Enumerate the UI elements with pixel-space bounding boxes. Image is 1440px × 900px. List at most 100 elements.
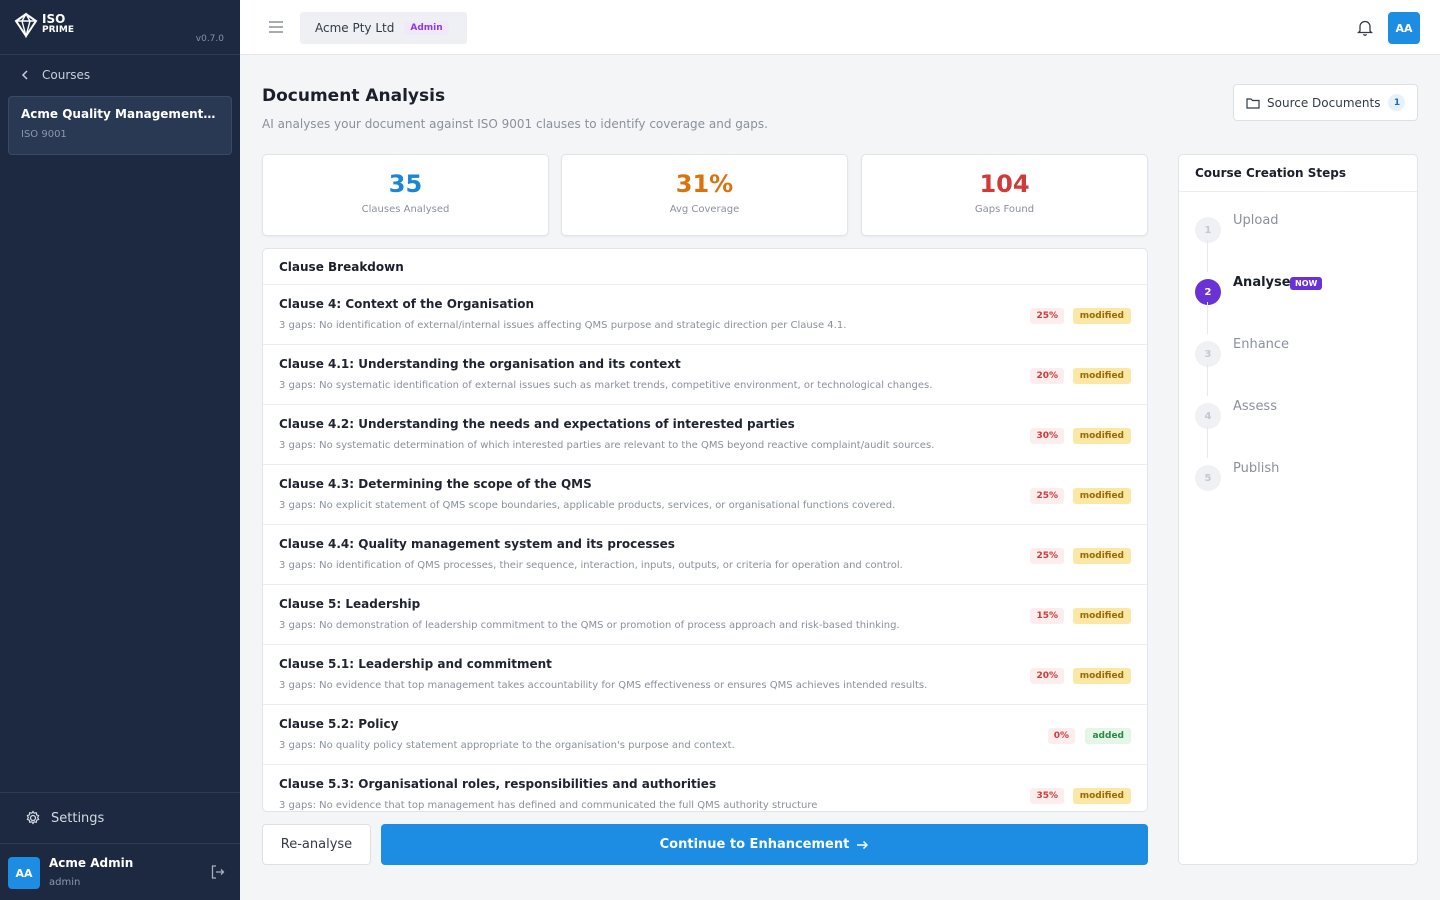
step-connector (1207, 364, 1208, 396)
clause-row[interactable]: Clause 5.2: Policy 3 gaps: No quality pol… (263, 705, 1147, 765)
coverage-badge: 15% (1030, 608, 1064, 624)
version-label: v0.7.0 (195, 34, 224, 44)
coverage-badge: 20% (1030, 668, 1064, 684)
clause-row[interactable]: Clause 4: Context of the Organisation 3 g… (263, 285, 1147, 345)
org-role-badge: Admin (404, 21, 449, 35)
page-title: Document Analysis (262, 86, 446, 106)
org-name: Acme Pty Ltd (315, 21, 395, 35)
bell-icon[interactable] (1357, 19, 1373, 36)
clause-breakdown-title: Clause Breakdown (263, 249, 1147, 285)
clause-name: Clause 5: Leadership (279, 597, 421, 611)
clause-row[interactable]: Clause 4.3: Determining the scope of the… (263, 465, 1147, 525)
logout-icon[interactable] (211, 865, 225, 879)
logo-text-prime: PRIME (42, 25, 74, 35)
step-number: 5 (1195, 465, 1221, 491)
clause-row[interactable]: Clause 4.2: Understanding the needs and … (263, 405, 1147, 465)
settings-label: Settings (51, 810, 105, 826)
step-enhance[interactable]: 3 Enhance (1195, 337, 1405, 377)
now-badge: NOW (1290, 277, 1323, 290)
status-badge: modified (1072, 788, 1131, 804)
step-label: Assess (1233, 399, 1277, 414)
stat-card-clauses: 35 Clauses Analysed (262, 154, 549, 236)
clause-list[interactable]: Clause 4: Context of the Organisation 3 g… (263, 285, 1147, 811)
topbar: Acme Pty Ltd Admin AA (240, 0, 1440, 55)
stat-value: 31% (675, 170, 734, 198)
status-badge: modified (1072, 668, 1131, 684)
step-label: Enhance (1233, 337, 1290, 352)
step-number: 4 (1195, 403, 1221, 429)
user-profile: AA Acme Admin admin (0, 843, 240, 900)
back-to-courses-link[interactable]: Courses (20, 68, 90, 82)
coverage-badge: 20% (1030, 368, 1064, 384)
organisation-selector[interactable]: Acme Pty Ltd Admin (300, 12, 467, 44)
status-badge: modified (1072, 488, 1131, 504)
gear-icon (26, 810, 40, 825)
course-card[interactable]: Acme Quality Management Man... ISO 9001 (8, 96, 232, 155)
step-label: Analyse (1233, 275, 1291, 290)
hamburger-menu-icon[interactable] (269, 21, 283, 33)
stat-card-gaps: 104 Gaps Found (861, 154, 1148, 236)
step-analyse[interactable]: 2 Analyse NOW (1195, 275, 1405, 315)
step-label: Upload (1233, 213, 1279, 228)
stat-card-coverage: 31% Avg Coverage (561, 154, 848, 236)
clause-gaps: 3 gaps: No identification of external/in… (279, 320, 847, 331)
step-assess[interactable]: 4 Assess (1195, 399, 1405, 439)
clause-gaps: 3 gaps: No demonstration of leadership c… (279, 620, 900, 631)
continue-to-enhancement-button[interactable]: Continue to Enhancement (381, 824, 1148, 865)
continue-label: Continue to Enhancement (659, 837, 850, 852)
clause-name: Clause 4: Context of the Organisation (279, 297, 535, 311)
clause-name: Clause 4.2: Understanding the needs and … (279, 417, 795, 431)
user-name: Acme Admin (49, 856, 134, 870)
clause-gaps: 3 gaps: No systematic determination of w… (279, 440, 935, 451)
back-label: Courses (42, 68, 91, 82)
course-standard: ISO 9001 (21, 129, 67, 140)
clause-row[interactable]: Clause 5.3: Organisational roles, respon… (263, 765, 1147, 811)
clause-gaps: 3 gaps: No systematic identification of … (279, 380, 933, 391)
logo[interactable]: ISO PRIME (14, 12, 74, 38)
course-creation-steps-panel: Course Creation Steps 1 Upload 2 Analyse… (1178, 154, 1418, 865)
step-number: 1 (1195, 217, 1221, 243)
coverage-badge: 25% (1030, 308, 1064, 324)
step-number: 2 (1195, 279, 1221, 305)
clause-row[interactable]: Clause 4.1: Understanding the organisati… (263, 345, 1147, 405)
course-title: Acme Quality Management Man... (21, 107, 219, 121)
user-avatar[interactable]: AA (8, 857, 40, 889)
clause-gaps: 3 gaps: No identification of QMS process… (279, 560, 903, 571)
clause-row[interactable]: Clause 4.4: Quality management system an… (263, 525, 1147, 585)
sidebar: ISO PRIME v0.7.0 Courses Acme Quality Ma… (0, 0, 240, 900)
user-role: admin (49, 877, 81, 888)
clause-name: Clause 5.3: Organisational roles, respon… (279, 777, 717, 791)
stat-value: 104 (979, 170, 1030, 198)
stat-value: 35 (388, 170, 423, 198)
top-user-avatar[interactable]: AA (1388, 12, 1420, 44)
logo-text-iso: ISO (42, 12, 66, 26)
re-analyse-button[interactable]: Re-analyse (262, 824, 371, 865)
coverage-badge: 30% (1030, 428, 1064, 444)
status-badge: modified (1072, 368, 1131, 384)
status-badge: modified (1072, 308, 1131, 324)
clause-name: Clause 4.4: Quality management system an… (279, 537, 675, 551)
arrow-right-icon (857, 840, 869, 849)
step-number: 3 (1195, 341, 1221, 367)
coverage-badge: 25% (1030, 488, 1064, 504)
step-connector (1207, 240, 1208, 272)
source-documents-button[interactable]: Source Documents 1 (1233, 84, 1418, 121)
stat-label: Avg Coverage (669, 204, 740, 215)
clause-row[interactable]: Clause 5: Leadership 3 gaps: No demonstra… (263, 585, 1147, 645)
status-badge: modified (1072, 548, 1131, 564)
stat-label: Clauses Analysed (361, 204, 450, 215)
clause-name: Clause 4.3: Determining the scope of the… (279, 477, 592, 491)
source-documents-label: Source Documents (1267, 95, 1381, 110)
clause-gaps: 3 gaps: No explicit statement of QMS sco… (279, 500, 896, 511)
settings-link[interactable]: Settings (0, 792, 240, 843)
stat-label: Gaps Found (974, 204, 1035, 215)
clause-gaps: 3 gaps: No evidence that top management … (279, 800, 818, 811)
logo-row: ISO PRIME v0.7.0 (0, 0, 240, 55)
diamond-logo-icon (14, 12, 38, 38)
step-upload[interactable]: 1 Upload (1195, 213, 1405, 253)
step-publish[interactable]: 5 Publish (1195, 461, 1405, 501)
clause-gaps: 3 gaps: No evidence that top management … (279, 680, 928, 691)
clause-name: Clause 5.1: Leadership and commitment (279, 657, 552, 671)
clause-row[interactable]: Clause 5.1: Leadership and commitment 3 g… (263, 645, 1147, 705)
folder-icon (1246, 97, 1260, 109)
